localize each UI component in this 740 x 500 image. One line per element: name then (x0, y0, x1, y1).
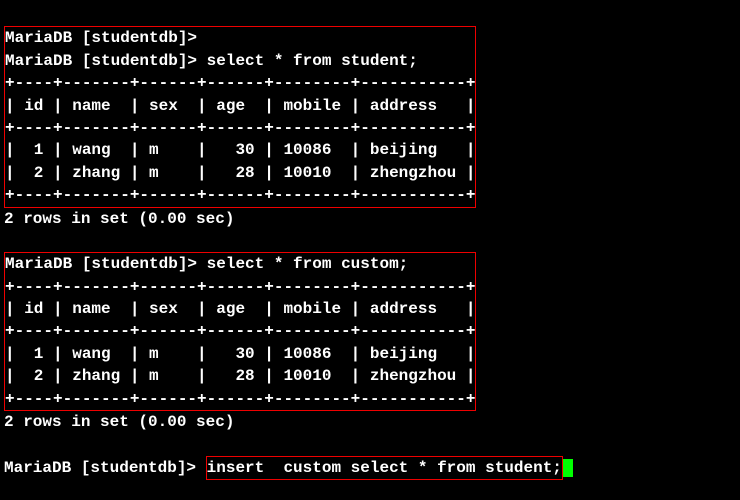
table-border: +----+-------+------+------+--------+---… (5, 322, 475, 340)
prompt: MariaDB [studentdb]> (5, 255, 197, 273)
query-result-block-1: MariaDB [studentdb]> MariaDB [studentdb]… (4, 26, 476, 207)
table-border: +----+-------+------+------+--------+---… (5, 74, 475, 92)
table-border: +----+-------+------+------+--------+---… (5, 186, 475, 204)
sql-query: select * from student; (207, 52, 418, 70)
sql-query: select * from custom; (207, 255, 409, 273)
current-query-highlight: insert custom select * from student; (206, 456, 563, 480)
cursor-icon (563, 459, 573, 477)
table-border: +----+-------+------+------+--------+---… (5, 278, 475, 296)
status-line: 2 rows in set (0.00 sec) (4, 210, 234, 228)
table-border: +----+-------+------+------+--------+---… (5, 390, 475, 408)
prompt: MariaDB [studentdb]> (4, 459, 196, 477)
prompt: MariaDB [studentdb]> (5, 29, 197, 47)
table-header-row: | id | name | sex | age | mobile | addre… (5, 97, 475, 115)
terminal-output: MariaDB [studentdb]> MariaDB [studentdb]… (4, 4, 736, 480)
table-row: | 1 | wang | m | 30 | 10086 | beijing | (5, 345, 475, 363)
table-border: +----+-------+------+------+--------+---… (5, 119, 475, 137)
table-row: | 2 | zhang | m | 28 | 10010 | zhengzhou… (5, 367, 475, 385)
table-row: | 2 | zhang | m | 28 | 10010 | zhengzhou… (5, 164, 475, 182)
table-row: | 1 | wang | m | 30 | 10086 | beijing | (5, 141, 475, 159)
query-result-block-2: MariaDB [studentdb]> select * from custo… (4, 252, 476, 411)
table-header-row: | id | name | sex | age | mobile | addre… (5, 300, 475, 318)
sql-query[interactable]: insert custom select * from student; (207, 459, 562, 477)
prompt: MariaDB [studentdb]> (5, 52, 197, 70)
status-line: 2 rows in set (0.00 sec) (4, 413, 234, 431)
